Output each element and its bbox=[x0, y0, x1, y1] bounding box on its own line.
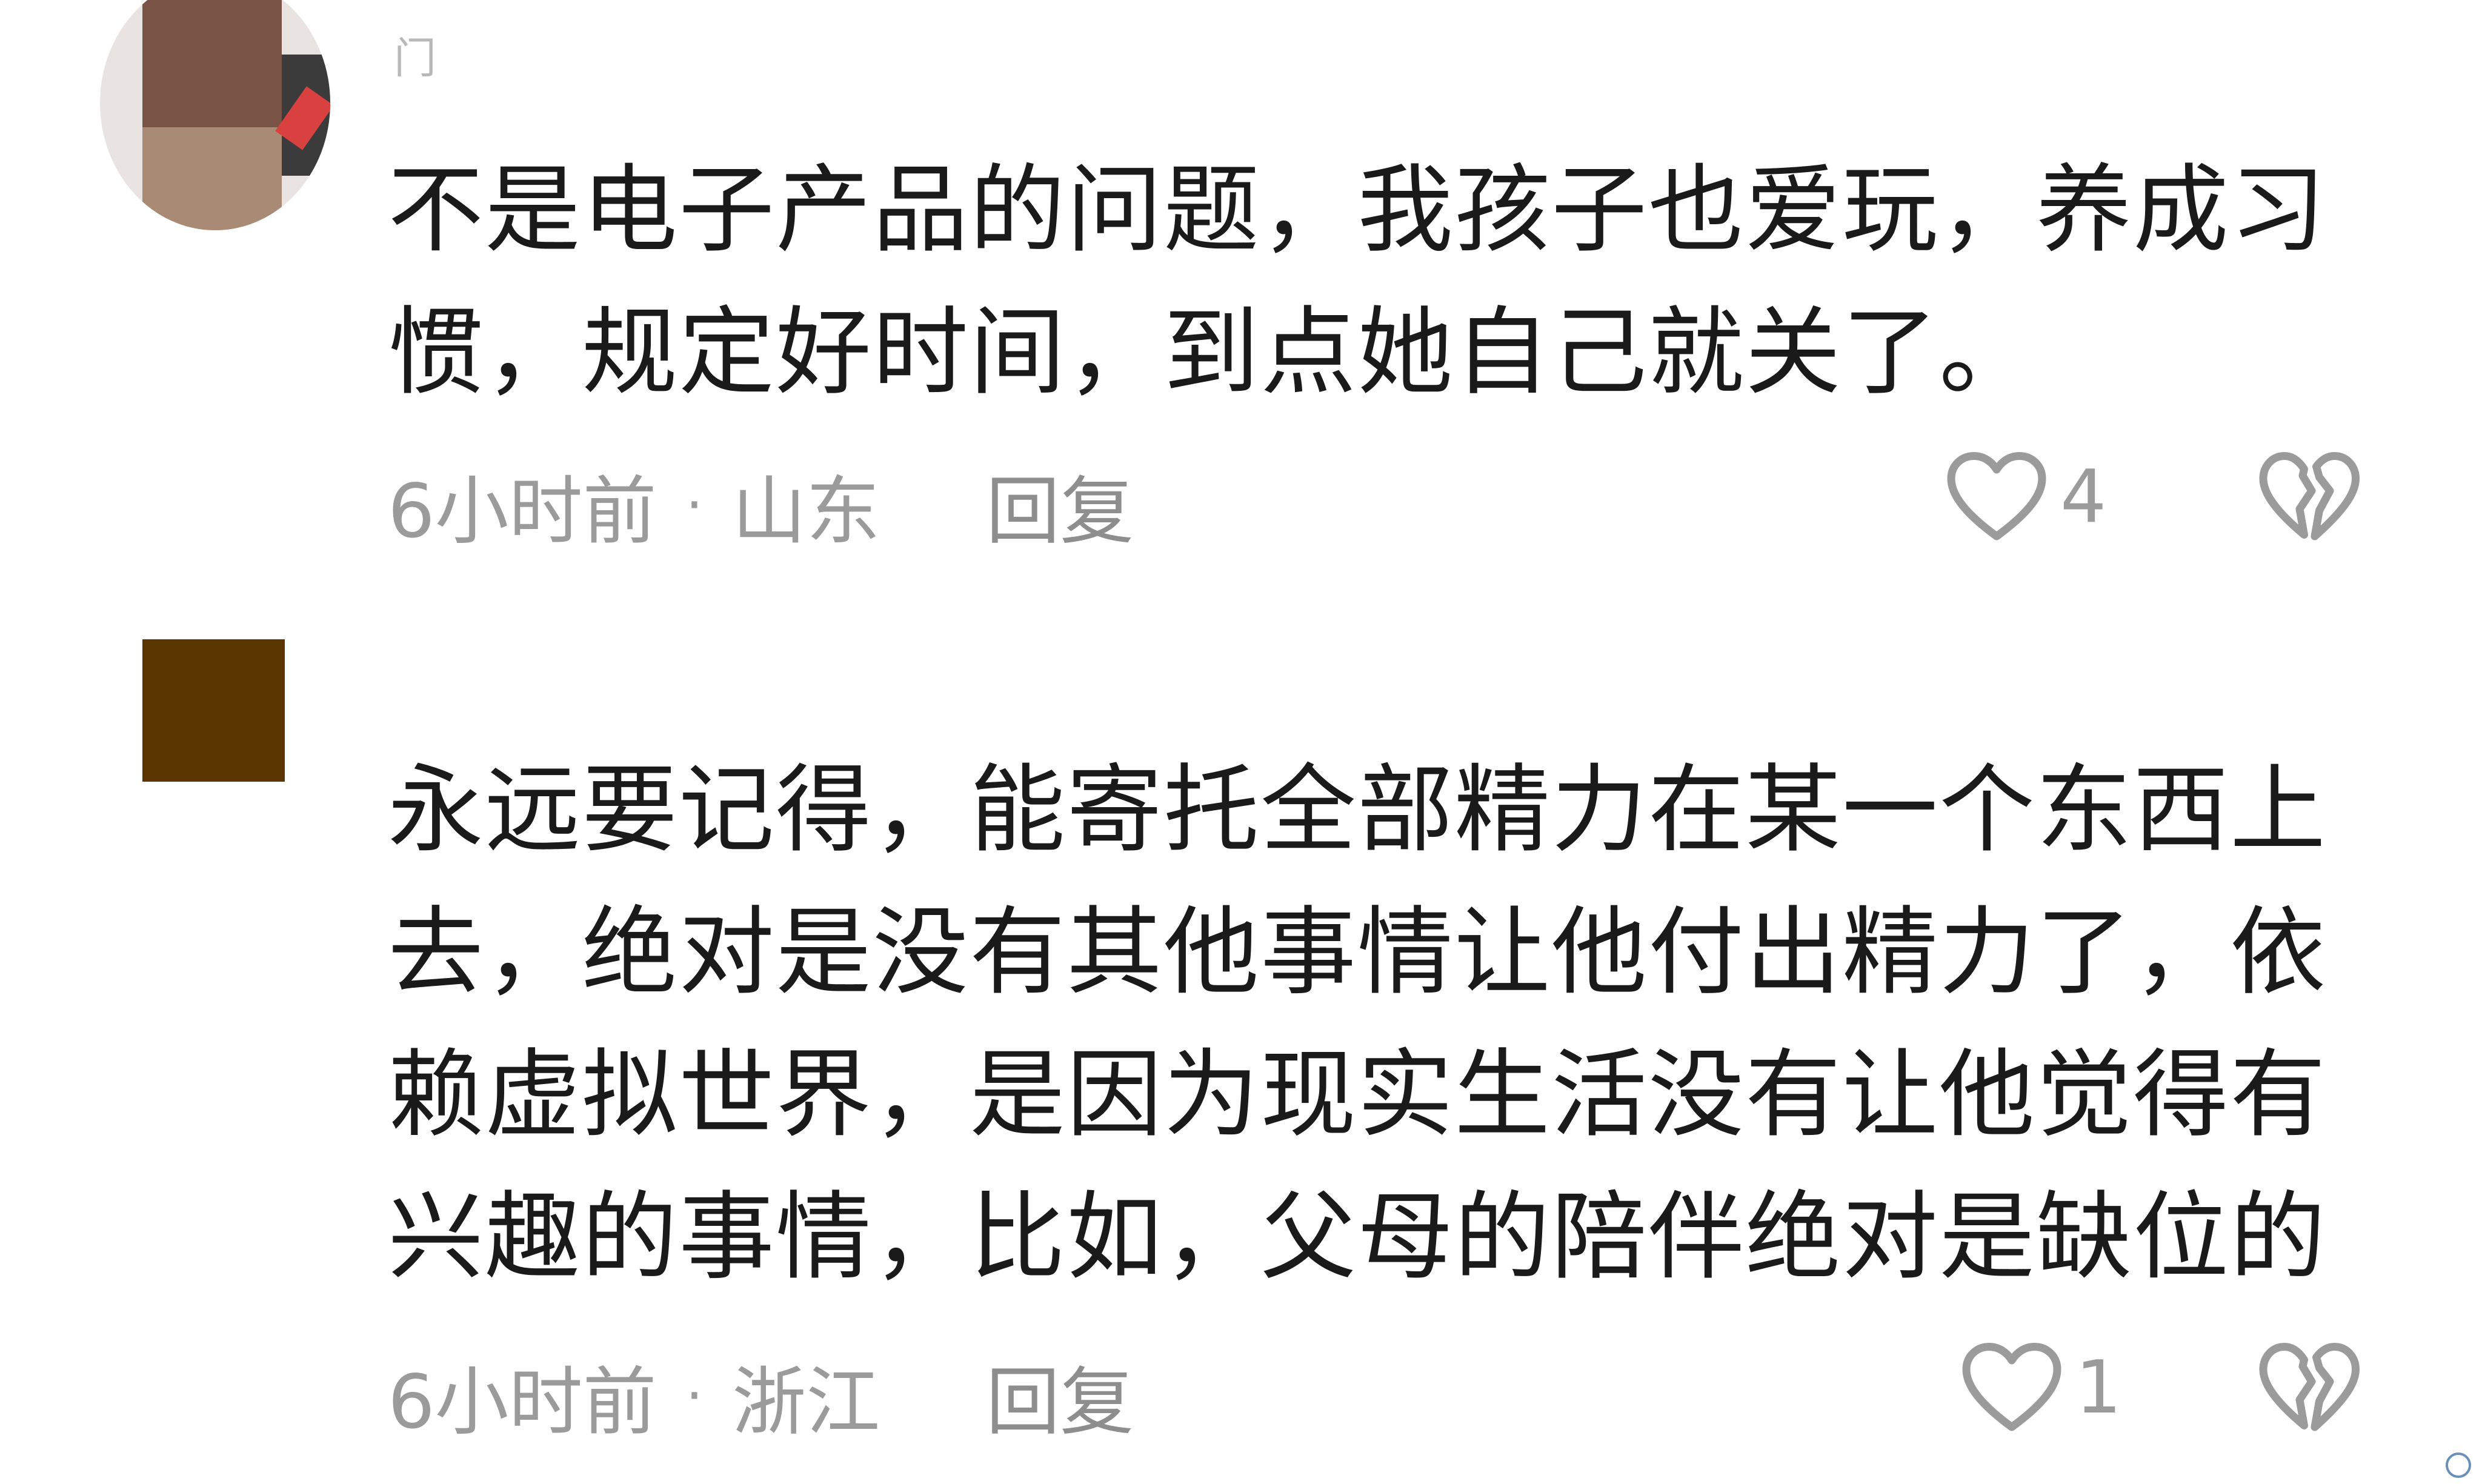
avatar[interactable] bbox=[100, 0, 330, 230]
heart-outline-icon bbox=[1947, 452, 2046, 541]
comment-text: 永远要记得，能寄托全部精力在某一个东西上去，绝对是没有其他事情让他付出精力了，依… bbox=[388, 754, 2327, 1293]
username[interactable]: 门 bbox=[394, 24, 439, 85]
like-count: 4 bbox=[2060, 454, 2107, 539]
avatar[interactable] bbox=[142, 639, 285, 782]
comment-time: 6小时前 bbox=[388, 468, 657, 554]
comment-location: 浙江 bbox=[732, 1359, 880, 1445]
comment-time: 6小时前 bbox=[388, 1359, 657, 1445]
like-button[interactable]: 1 bbox=[1960, 1339, 2121, 1436]
like-button[interactable]: 4 bbox=[1945, 448, 2106, 545]
meta-separator: · bbox=[685, 473, 704, 537]
reply-button[interactable]: 回复 bbox=[986, 451, 1134, 559]
meta-separator: · bbox=[685, 1364, 704, 1428]
comment-meta: 6小时前 · 浙江 回复 bbox=[388, 1342, 1134, 1449]
comment-text: 不是电子产品的问题，我孩子也爱玩，养成习惯，规定好时间，到点她自己就关了。 bbox=[388, 155, 2327, 408]
watermark bbox=[2446, 1452, 2476, 1478]
like-count: 1 bbox=[2075, 1345, 2122, 1430]
broken-heart-icon[interactable] bbox=[2257, 448, 2360, 548]
broken-heart-icon[interactable] bbox=[2257, 1339, 2360, 1439]
reply-button[interactable]: 回复 bbox=[986, 1342, 1134, 1449]
heart-outline-icon bbox=[1962, 1343, 2061, 1431]
watermark-logo-icon bbox=[2446, 1452, 2471, 1478]
comment-meta: 6小时前 · 山东 回复 bbox=[388, 451, 1134, 559]
avatar-photo-region bbox=[142, 0, 282, 127]
comment-item: 门 不是电子产品的问题，我孩子也爱玩，养成习惯，规定好时间，到点她自己就关了。 … bbox=[0, 0, 2482, 582]
comment-location: 山东 bbox=[732, 468, 880, 554]
comment-item: 永远要记得，能寄托全部精力在某一个东西上去，绝对是没有其他事情让他付出精力了，依… bbox=[0, 630, 2482, 1484]
avatar-photo-region bbox=[142, 127, 282, 230]
